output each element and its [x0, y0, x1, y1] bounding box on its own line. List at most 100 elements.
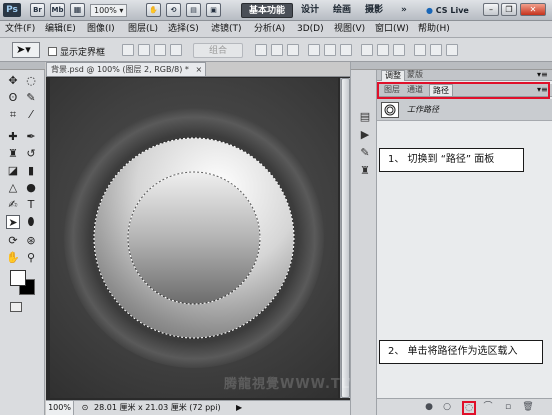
- gradient-tool-icon[interactable]: ▮: [24, 164, 38, 178]
- history-panel-icon[interactable]: ▤: [358, 110, 372, 124]
- menu-image[interactable]: 图像(I): [87, 23, 115, 36]
- zoom-level-dropdown[interactable]: 100% ▾: [90, 4, 128, 17]
- menu-select[interactable]: 选择(S): [168, 23, 199, 36]
- path-selection-tool-icon[interactable]: ➤: [6, 215, 20, 229]
- more-workspaces-button[interactable]: »: [395, 3, 413, 18]
- minibridge-icon[interactable]: Mb: [50, 3, 65, 17]
- menu-filter[interactable]: 滤镜(T): [211, 23, 242, 36]
- actions-panel-icon[interactable]: ▶: [358, 128, 372, 142]
- menu-file[interactable]: 文件(F): [5, 23, 35, 36]
- hand-tool-icon[interactable]: ✋: [6, 251, 20, 265]
- 3d-rotate-tool-icon[interactable]: ⟳: [6, 234, 20, 248]
- align-left-icon[interactable]: [308, 44, 320, 56]
- new-path-icon[interactable]: ▫: [502, 401, 514, 413]
- stroke-path-icon[interactable]: ○: [441, 401, 453, 413]
- cs-live-label: CS Live: [435, 6, 469, 15]
- make-work-path-icon[interactable]: ⌒: [482, 401, 494, 413]
- vertical-scrollbar-thumb[interactable]: [341, 78, 350, 398]
- quick-mask-icon[interactable]: [10, 302, 22, 312]
- options-bar: ➤▾ 显示定界框 组合: [0, 38, 552, 62]
- distribute-bottom-icon[interactable]: [393, 44, 405, 56]
- minimize-icon[interactable]: –: [483, 3, 499, 16]
- close-window-icon[interactable]: ✕: [520, 3, 546, 16]
- show-bounding-box-option[interactable]: 显示定界框: [48, 45, 105, 58]
- distribute-left-icon[interactable]: [414, 44, 426, 56]
- icon-strip-header[interactable]: [351, 62, 377, 70]
- zoom-tool-icon[interactable]: ⚲: [24, 251, 38, 265]
- document-canvas[interactable]: [50, 78, 338, 398]
- tools-panel-header[interactable]: [0, 62, 45, 70]
- adjustments-panel-tabs: 调整 蒙版 ▾≡: [377, 70, 552, 81]
- path-list-item[interactable]: 工作路径: [377, 99, 552, 121]
- healing-brush-tool-icon[interactable]: ✚: [6, 130, 20, 144]
- workspace-painting-button[interactable]: 绘画: [327, 3, 357, 18]
- workspace-essentials-button[interactable]: 基本功能: [241, 3, 293, 18]
- workspace-design-button[interactable]: 设计: [295, 3, 325, 18]
- path-combine-exclude-icon[interactable]: [170, 44, 182, 56]
- type-tool-icon[interactable]: T: [24, 198, 38, 212]
- extras-icon[interactable]: ▦: [70, 3, 85, 17]
- menu-window[interactable]: 窗口(W): [375, 23, 409, 36]
- menu-analysis[interactable]: 分析(A): [254, 23, 285, 36]
- dodge-tool-icon[interactable]: ●: [24, 181, 38, 195]
- tab-adjustments[interactable]: 调整: [381, 70, 405, 81]
- distribute-right-icon[interactable]: [446, 44, 458, 56]
- close-document-icon[interactable]: ×: [195, 65, 202, 74]
- align-top-icon[interactable]: [255, 44, 267, 56]
- path-combine-add-icon[interactable]: [122, 44, 134, 56]
- combine-button[interactable]: 组合: [193, 43, 243, 58]
- brushes-panel-icon[interactable]: ✎: [358, 146, 372, 160]
- restore-icon[interactable]: ❐: [501, 3, 517, 16]
- status-info-icon[interactable]: ⊙: [80, 401, 90, 415]
- brush-tool-icon[interactable]: ✒: [24, 130, 38, 144]
- document-tab[interactable]: 背景.psd @ 100% (图层 2, RGB/8) * ×: [46, 62, 206, 76]
- distribute-top-icon[interactable]: [361, 44, 373, 56]
- load-selection-icon[interactable]: ◌: [462, 401, 476, 415]
- arrange-documents-icon[interactable]: ▤: [186, 3, 201, 17]
- eraser-tool-icon[interactable]: ◪: [6, 164, 20, 178]
- panel-menu-icon[interactable]: ▾≡: [537, 70, 548, 80]
- pen-tool-icon[interactable]: ✍: [6, 198, 20, 212]
- panel-dock-header[interactable]: [377, 62, 552, 70]
- screen-mode-icon[interactable]: ▣: [206, 3, 221, 17]
- align-hcenter-icon[interactable]: [324, 44, 336, 56]
- marquee-tool-icon[interactable]: ◌: [24, 74, 38, 88]
- align-right-icon[interactable]: [340, 44, 352, 56]
- menu-view[interactable]: 视图(V): [334, 23, 365, 36]
- distribute-hcenter-icon[interactable]: [430, 44, 442, 56]
- 3d-orbit-tool-icon[interactable]: ⊛: [24, 234, 38, 248]
- crop-tool-icon[interactable]: ⌗: [6, 108, 20, 122]
- status-zoom[interactable]: 100%: [46, 401, 74, 415]
- align-bottom-icon[interactable]: [287, 44, 299, 56]
- history-brush-tool-icon[interactable]: ↺: [24, 147, 38, 161]
- menu-3d[interactable]: 3D(D): [297, 23, 324, 36]
- align-vcenter-icon[interactable]: [271, 44, 283, 56]
- quick-selection-tool-icon[interactable]: ✎: [24, 91, 38, 105]
- foreground-color-swatch[interactable]: [10, 270, 26, 286]
- show-bounding-box-label: 显示定界框: [60, 48, 106, 58]
- lasso-tool-icon[interactable]: ʘ: [6, 91, 20, 105]
- distribute-vcenter-icon[interactable]: [377, 44, 389, 56]
- blur-tool-icon[interactable]: △: [6, 181, 20, 195]
- rotate-view-icon[interactable]: ⟲: [166, 3, 181, 17]
- tool-preset-picker[interactable]: ➤▾: [12, 42, 40, 58]
- menu-help[interactable]: 帮助(H): [418, 23, 450, 36]
- menu-layer[interactable]: 图层(L): [128, 23, 158, 36]
- path-combine-intersect-icon[interactable]: [154, 44, 166, 56]
- path-combine-subtract-icon[interactable]: [138, 44, 150, 56]
- cs-live-button[interactable]: ● CS Live: [426, 4, 469, 17]
- clone-source-panel-icon[interactable]: ♜: [358, 164, 372, 178]
- menu-edit[interactable]: 编辑(E): [45, 23, 76, 36]
- show-bounding-box-checkbox[interactable]: [48, 47, 57, 56]
- workspace-photography-button[interactable]: 摄影: [359, 3, 389, 18]
- delete-path-icon[interactable]: 🗑: [522, 401, 534, 413]
- ellipse-tool-icon[interactable]: ⬮: [24, 215, 38, 229]
- status-menu-arrow-icon[interactable]: ▶: [236, 401, 242, 415]
- bridge-icon[interactable]: Br: [30, 3, 45, 17]
- eyedropper-tool-icon[interactable]: ⁄: [24, 108, 38, 122]
- fill-path-icon[interactable]: ●: [423, 401, 435, 413]
- tab-masks[interactable]: 蒙版: [404, 70, 426, 81]
- clone-stamp-tool-icon[interactable]: ♜: [6, 147, 20, 161]
- hand-zoom-tool-icon[interactable]: ✋: [146, 3, 161, 17]
- move-tool-icon[interactable]: ✥: [6, 74, 20, 88]
